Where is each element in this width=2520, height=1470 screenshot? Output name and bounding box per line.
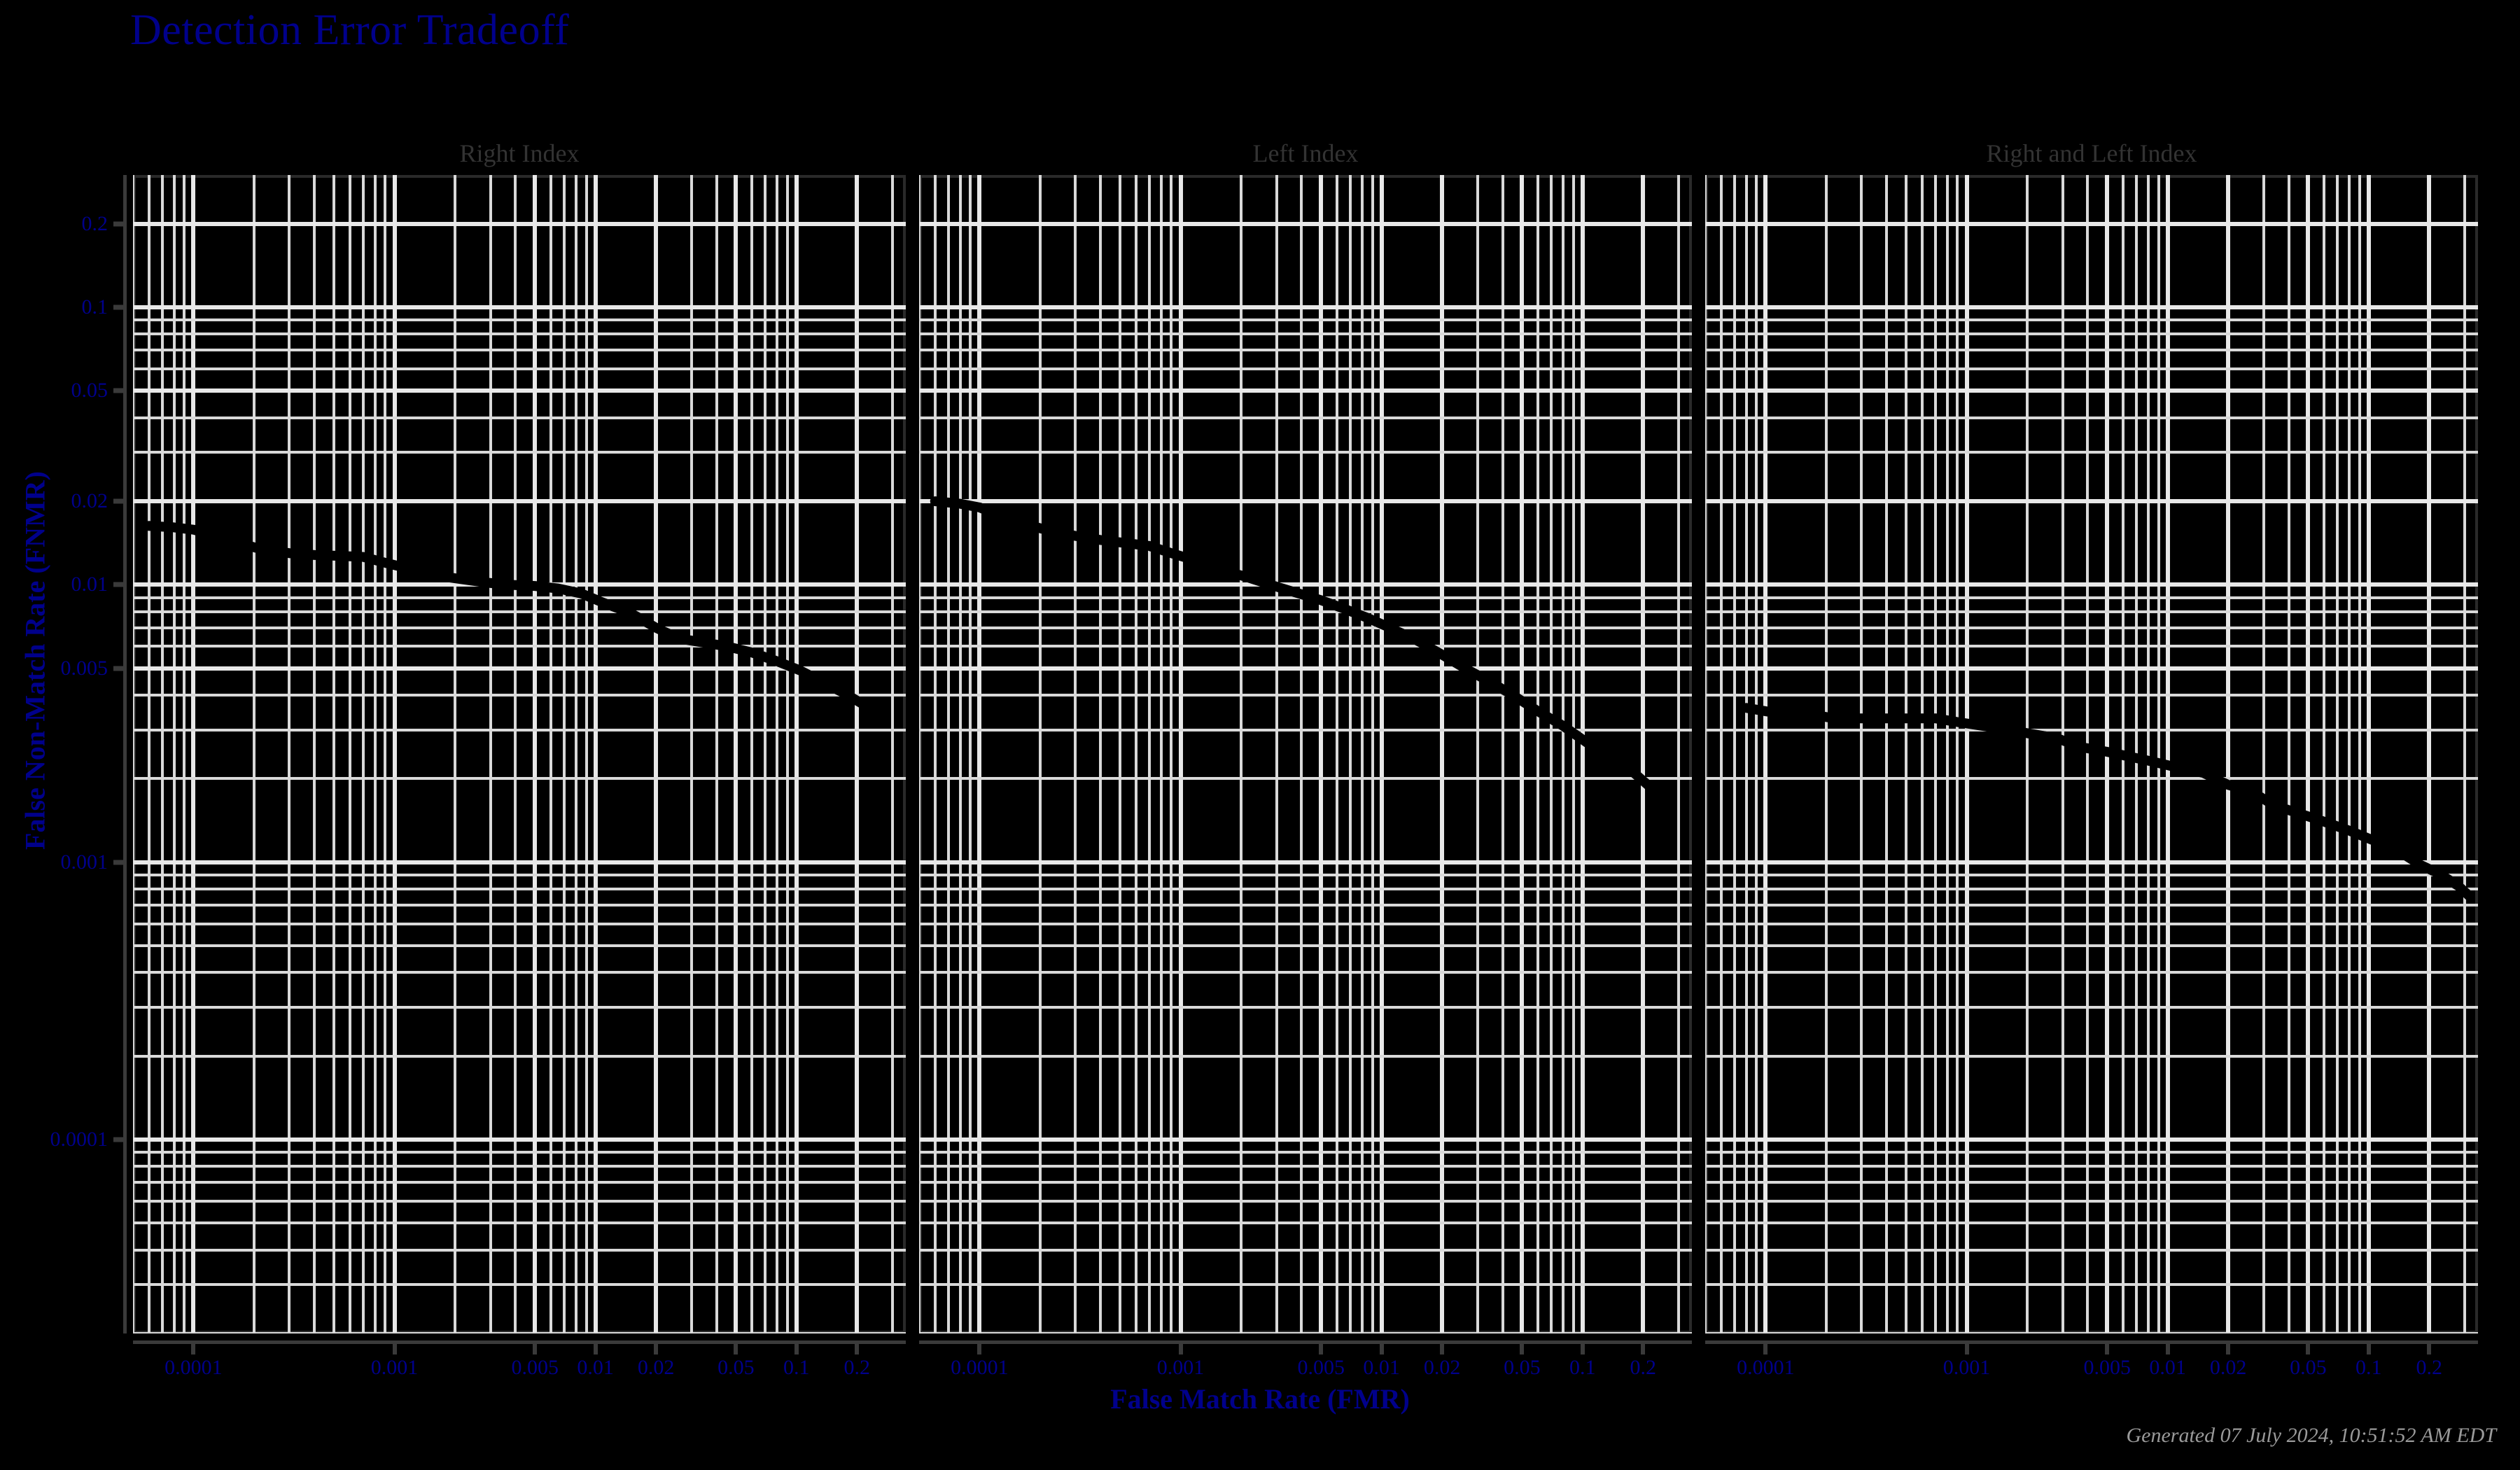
panel-3: Right and Left Index — [1705, 139, 2478, 1334]
y-tick-mark — [113, 304, 126, 310]
det-figure: Detection Error Tradeoff Right Index Left… — [0, 0, 2520, 1470]
plot-area — [1705, 175, 2478, 1334]
x-tick-mark — [654, 1340, 659, 1354]
x-tick-label: 0.005 — [1297, 1356, 1345, 1379]
x-tick-label: 0.02 — [637, 1356, 675, 1379]
x-tick-mark — [2226, 1340, 2231, 1354]
x-tick-label: 0.01 — [2149, 1356, 2186, 1379]
y-tick-mark — [113, 1137, 126, 1142]
x-tick-mark — [1379, 1340, 1384, 1354]
x-tick-label: 0.02 — [1423, 1356, 1461, 1379]
x-tick-label: 0.2 — [1630, 1356, 1656, 1379]
panel-2: Left Index — [919, 139, 1692, 1334]
x-tick-mark — [1319, 1340, 1324, 1354]
panel-title: Right Index — [459, 139, 580, 167]
x-tick-mark — [1763, 1340, 1768, 1354]
x-tick-mark — [1520, 1340, 1525, 1354]
y-tick-label: 0.001 — [60, 850, 108, 874]
det-curve — [930, 496, 1674, 804]
x-tick-label: 0.1 — [2356, 1356, 2382, 1379]
x-axis-line — [133, 1340, 906, 1344]
x-tick-mark — [593, 1340, 598, 1354]
y-axis-title: False Non-Match Rate (FNMR) — [19, 471, 51, 850]
x-tick-label: 0.1 — [783, 1356, 810, 1379]
x-tick-mark — [2427, 1340, 2432, 1354]
y-tick-mark — [113, 221, 126, 227]
curve-layer — [133, 175, 906, 1334]
x-tick-mark — [977, 1340, 982, 1354]
x-tick-label: 0.005 — [511, 1356, 559, 1379]
plot-area — [919, 175, 1692, 1334]
x-tick-label: 0.02 — [2209, 1356, 2247, 1379]
y-tick-label: 0.01 — [71, 573, 108, 596]
y-tick-label: 0.2 — [81, 211, 108, 235]
plot-area — [133, 175, 906, 1334]
x-tick-label: 0.005 — [2083, 1356, 2131, 1379]
det-curve — [1741, 703, 2475, 902]
x-tick-mark — [1178, 1340, 1183, 1354]
x-tick-mark — [734, 1340, 738, 1354]
x-tick-mark — [2165, 1340, 2170, 1354]
y-tick-mark — [113, 860, 126, 865]
y-tick-mark — [113, 582, 126, 587]
x-tick-mark — [1440, 1340, 1445, 1354]
generated-timestamp: Generated 07 July 2024, 10:51:52 AM EDT — [2126, 1424, 2496, 1447]
x-tick-label: 0.01 — [577, 1356, 614, 1379]
x-tick-label: 0.05 — [1504, 1356, 1541, 1379]
x-axis-title: False Match Rate (FMR) — [1110, 1383, 1410, 1415]
x-tick-label: 0.001 — [370, 1356, 419, 1379]
y-tick-mark — [113, 498, 126, 504]
panel-title: Right and Left Index — [1986, 139, 2197, 167]
x-tick-label: 0.01 — [1363, 1356, 1400, 1379]
page-title: Detection Error Tradeoff — [130, 6, 570, 54]
x-tick-label: 0.05 — [718, 1356, 755, 1379]
x-tick-mark — [191, 1340, 196, 1354]
x-tick-label: 0.0001 — [951, 1356, 1009, 1379]
x-tick-label: 0.0001 — [1737, 1356, 1795, 1379]
y-tick-mark — [113, 666, 126, 671]
x-tick-label: 0.1 — [1569, 1356, 1596, 1379]
x-tick-mark — [1964, 1340, 1969, 1354]
panel-title: Left Index — [1252, 139, 1359, 167]
x-tick-mark — [533, 1340, 538, 1354]
y-tick-label: 0.02 — [71, 489, 108, 513]
x-tick-mark — [855, 1340, 860, 1354]
x-tick-label: 0.2 — [844, 1356, 870, 1379]
curve-layer — [1705, 175, 2478, 1334]
x-tick-mark — [2366, 1340, 2371, 1354]
x-tick-mark — [794, 1340, 799, 1354]
y-axis-line — [123, 175, 127, 1334]
panel-1: Right Index — [133, 139, 906, 1334]
x-tick-mark — [1641, 1340, 1646, 1354]
x-axis-line — [919, 1340, 1692, 1344]
x-tick-mark — [2306, 1340, 2311, 1354]
x-tick-mark — [1580, 1340, 1585, 1354]
x-axis-line — [1705, 1340, 2478, 1344]
y-tick-label: 0.1 — [81, 295, 108, 319]
x-tick-label: 0.0001 — [164, 1356, 223, 1379]
x-tick-mark — [2105, 1340, 2110, 1354]
x-tick-label: 0.05 — [2290, 1356, 2327, 1379]
x-tick-mark — [392, 1340, 397, 1354]
x-tick-label: 0.001 — [1942, 1356, 1991, 1379]
y-tick-label: 0.0001 — [50, 1127, 108, 1151]
x-tick-label: 0.001 — [1156, 1356, 1205, 1379]
y-tick-label: 0.05 — [71, 379, 108, 402]
y-tick-mark — [113, 388, 126, 393]
x-tick-label: 0.2 — [2416, 1356, 2442, 1379]
det-curve — [144, 521, 888, 720]
curve-layer — [919, 175, 1692, 1334]
y-tick-label: 0.005 — [60, 656, 108, 680]
